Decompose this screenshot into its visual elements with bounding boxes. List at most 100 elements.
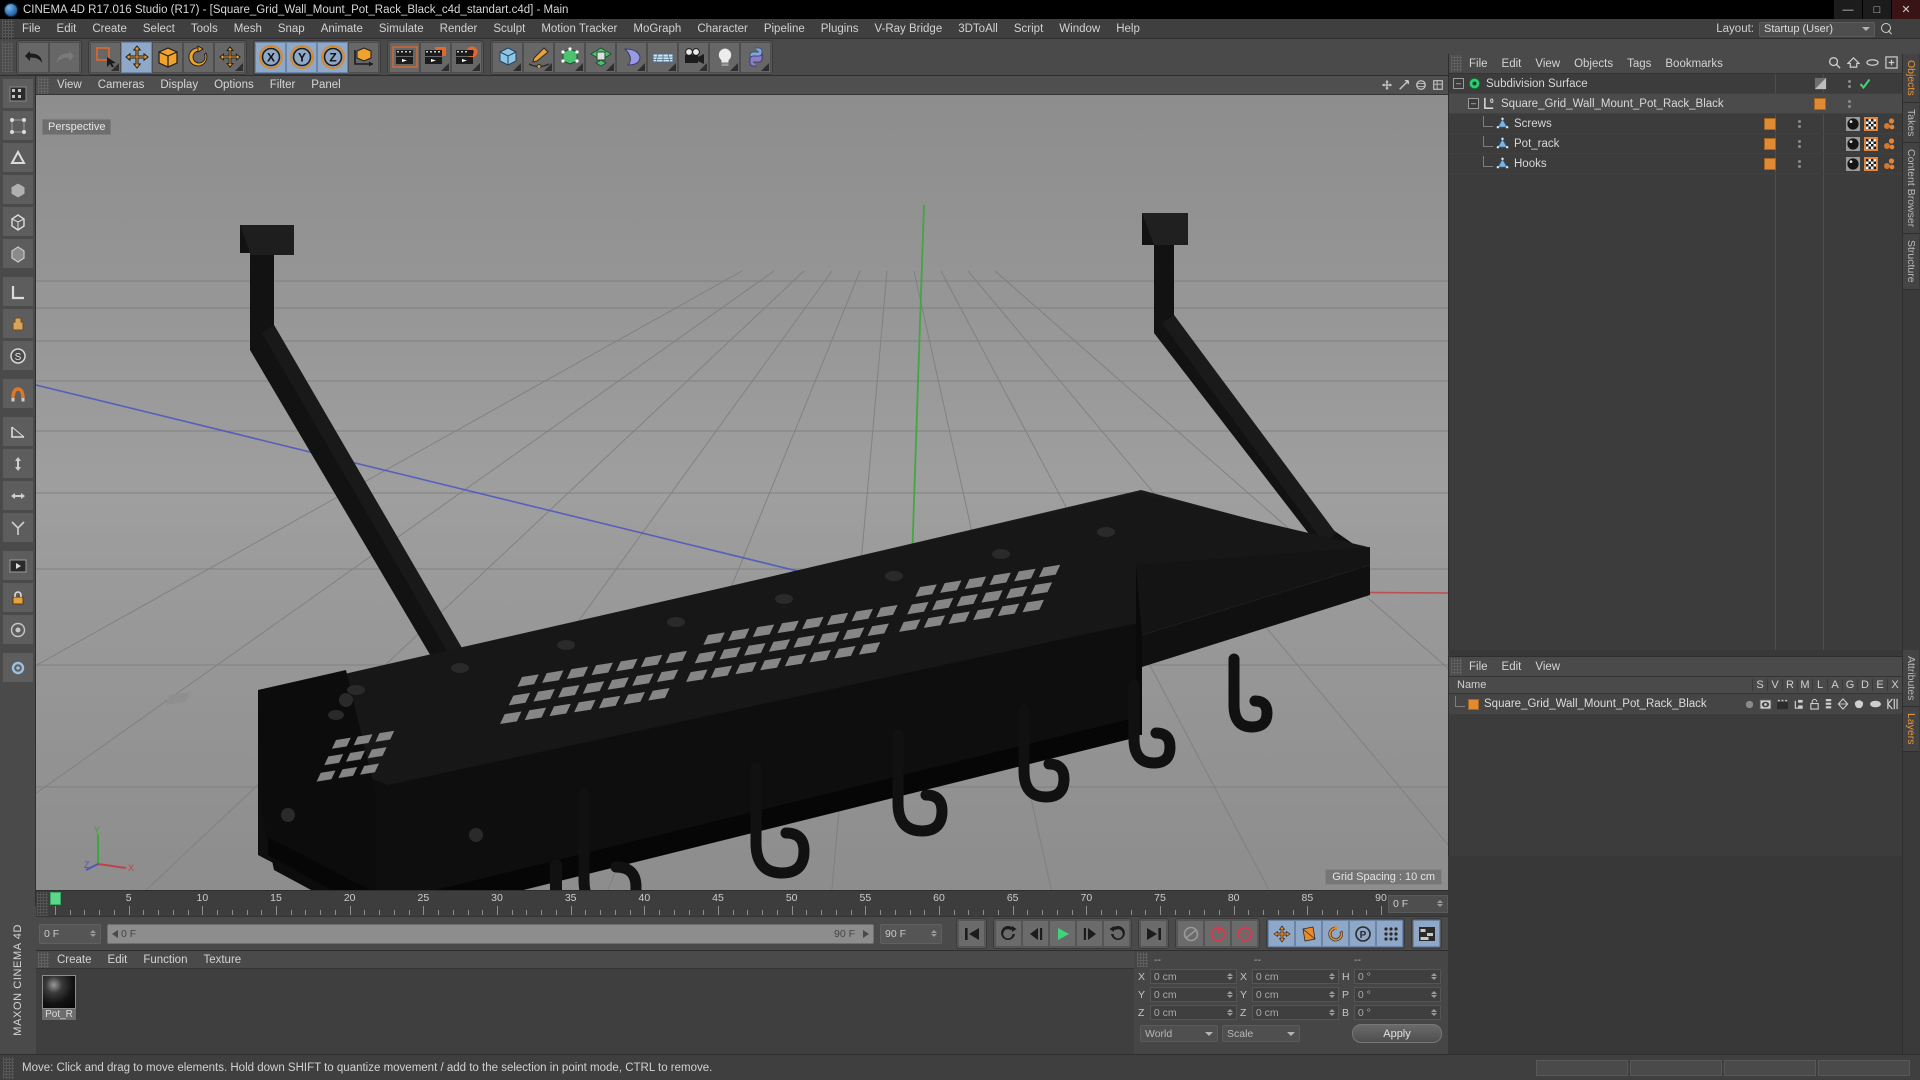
material-manager-grip-handle[interactable] (38, 952, 49, 968)
position-key-button[interactable] (1268, 920, 1295, 947)
viewport-menu-display[interactable]: Display (152, 78, 206, 92)
menu-item-select[interactable]: Select (135, 21, 183, 37)
minimize-button[interactable]: — (1833, 0, 1862, 19)
coord-stepper-icon[interactable] (1329, 1009, 1335, 1016)
spline-pen-button[interactable] (523, 42, 554, 73)
home-icon[interactable] (1847, 56, 1860, 69)
maximize-button[interactable]: □ (1862, 0, 1891, 19)
viewport-zoom-icon[interactable] (1398, 79, 1410, 91)
uvw-tag-icon[interactable] (1864, 117, 1878, 131)
move-y-button[interactable] (2, 448, 34, 479)
step-back-button[interactable] (1022, 920, 1049, 947)
viewport-menu-view[interactable]: View (49, 78, 90, 92)
render-settings-button[interactable] (451, 42, 482, 73)
generator-nurbs-button[interactable] (554, 42, 585, 73)
object-row-layer-cell[interactable] (1746, 138, 1794, 150)
selection-tag-icon[interactable] (1882, 157, 1896, 171)
close-button[interactable]: ✕ (1891, 0, 1920, 19)
visibility-dots-icon[interactable] (1798, 140, 1801, 148)
coord-input-rotation-h[interactable]: 0 ° (1354, 969, 1441, 984)
animation-icon[interactable] (1824, 698, 1833, 710)
object-row-layer-cell[interactable] (1746, 158, 1794, 170)
coord-input-rotation-p[interactable]: 0 ° (1354, 987, 1441, 1002)
objects-menu-edit[interactable]: Edit (1495, 57, 1529, 71)
object-row-layer-cell[interactable] (1746, 118, 1794, 130)
expander-collapse-icon[interactable]: – (1468, 98, 1479, 109)
viewport-rotate-icon[interactable] (1415, 79, 1427, 91)
rail-tab-structure[interactable]: Structure (1903, 234, 1919, 290)
end-frame-stepper-icon[interactable] (931, 930, 937, 937)
visibility-dots-icon[interactable] (1798, 120, 1801, 128)
visibility-icon[interactable] (1759, 699, 1772, 710)
material-list-menu-file[interactable]: File (1462, 660, 1495, 674)
menu-item-3dtoall[interactable]: 3DToAll (950, 21, 1006, 37)
manager-icon[interactable] (1793, 699, 1805, 710)
material-tag-icon[interactable] (1846, 157, 1860, 171)
material-menu-function[interactable]: Function (135, 953, 195, 967)
coord-input-position-z[interactable]: 0 cm (1150, 1005, 1237, 1020)
menu-item-render[interactable]: Render (432, 21, 486, 37)
column-header-g[interactable]: G (1842, 679, 1857, 691)
coord-input-size-z[interactable]: 0 cm (1252, 1005, 1339, 1020)
search-icon[interactable] (1880, 22, 1894, 36)
viewport-maximize-icon[interactable] (1432, 79, 1444, 91)
coord-stepper-icon[interactable] (1227, 991, 1233, 998)
parameter-key-button[interactable]: P (1349, 920, 1376, 947)
selection-tag-icon[interactable] (1882, 137, 1896, 151)
viewport-camera-label[interactable]: Perspective (42, 119, 111, 135)
timeline-grip-handle[interactable] (37, 892, 48, 916)
object-row-layer-cell[interactable] (1796, 77, 1844, 90)
render-queue-button[interactable] (2, 550, 34, 581)
column-header-a[interactable]: A (1827, 679, 1842, 691)
material-menu-edit[interactable]: Edit (100, 953, 136, 967)
status-field-1[interactable] (1536, 1060, 1628, 1076)
viewport-menu-options[interactable]: Options (206, 78, 262, 92)
viewport-3d-canvas[interactable]: Perspective Grid Spacing : 10 cm Y X Z (36, 95, 1448, 890)
coord-input-rotation-b[interactable]: 0 ° (1354, 1005, 1441, 1020)
menu-item-character[interactable]: Character (689, 21, 756, 37)
objects-menu-view[interactable]: View (1528, 57, 1567, 71)
cube-primitive-button[interactable] (492, 42, 523, 73)
uvw-tag-icon[interactable] (1864, 157, 1878, 171)
move-alt-button[interactable] (214, 42, 245, 73)
coord-stepper-icon[interactable] (1227, 973, 1233, 980)
column-header-r[interactable]: R (1782, 679, 1797, 691)
menu-item-plugins[interactable]: Plugins (813, 21, 867, 37)
coord-stepper-icon[interactable] (1329, 991, 1335, 998)
menu-item-window[interactable]: Window (1051, 21, 1108, 37)
expression-icon[interactable] (1869, 699, 1882, 709)
end-frame-field[interactable]: 90 F (880, 924, 942, 944)
scale-key-button[interactable] (1295, 920, 1322, 947)
object-row-enable-cell[interactable] (1844, 78, 1892, 90)
move-x-button[interactable] (2, 480, 34, 511)
column-header-s[interactable]: S (1752, 679, 1767, 691)
start-frame-field[interactable]: 0 F (39, 924, 101, 944)
polygon-mode-button[interactable] (2, 174, 34, 205)
play-button[interactable] (1049, 920, 1076, 947)
object-row[interactable]: –Subdivision Surface (1449, 74, 1902, 94)
visibility-dots-icon[interactable] (1798, 160, 1801, 168)
autokeying-button[interactable] (1204, 920, 1231, 947)
menu-item-mograph[interactable]: MoGraph (625, 21, 689, 37)
keyframe-selection-button[interactable]: ? (1231, 920, 1258, 947)
generator-icon[interactable] (1837, 698, 1849, 710)
column-header-e[interactable]: E (1872, 679, 1887, 691)
scale-tool-button[interactable] (152, 42, 183, 73)
column-header-d[interactable]: D (1857, 679, 1872, 691)
measure-tool-button[interactable] (2, 416, 34, 447)
expander-collapse-icon[interactable]: – (1453, 78, 1464, 89)
snap-button[interactable]: S (2, 340, 34, 371)
menu-item-mesh[interactable]: Mesh (226, 21, 270, 37)
object-row-enable-cell[interactable] (1794, 120, 1842, 128)
menu-item-snap[interactable]: Snap (270, 21, 313, 37)
rail-tab-content-browser[interactable]: Content Browser (1903, 143, 1919, 234)
eye-icon[interactable] (1866, 56, 1879, 69)
deformer-icon[interactable] (1853, 698, 1865, 710)
point-mode-button[interactable] (2, 110, 34, 141)
material-list-menu-view[interactable]: View (1528, 660, 1567, 674)
search-icon[interactable] (1828, 56, 1841, 69)
object-row-enable-cell[interactable] (1844, 100, 1892, 108)
help-circle-button[interactable] (2, 614, 34, 645)
render-region-button[interactable] (420, 42, 451, 73)
objects-menu-objects[interactable]: Objects (1567, 57, 1620, 71)
